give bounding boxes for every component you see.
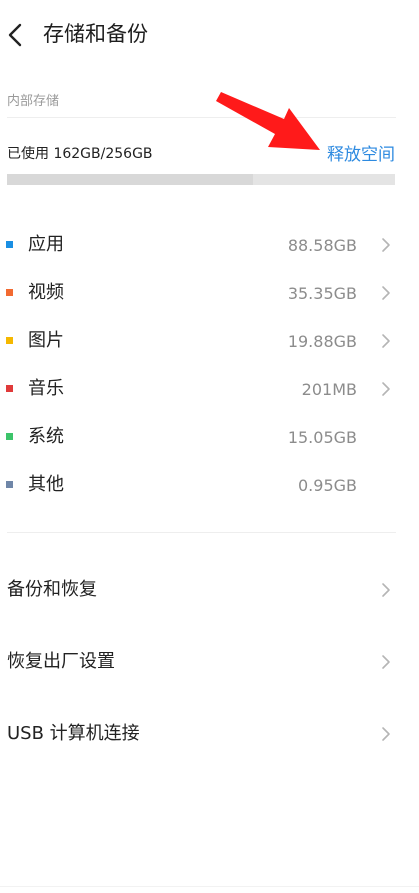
category-size: 88.58GB [287,236,357,255]
free-space-button[interactable]: 释放空间 [327,140,395,165]
menu-item-factory-reset[interactable]: 恢复出厂设置 [0,627,419,699]
category-color-dot [6,481,13,488]
category-row: 其他 0.95GB [0,461,419,509]
chevron-right-icon [382,334,390,348]
menu-item-label: USB 计算机连接 [7,723,140,744]
storage-usage-bar-fill [7,174,253,185]
category-name: 应用 [28,234,64,255]
category-size: 15.05GB [287,428,357,447]
storage-usage-bar [7,174,395,185]
category-name: 视频 [28,282,64,303]
category-color-dot [6,289,13,296]
internal-storage-label: 内部存储 [7,94,60,109]
chevron-right-icon [382,382,390,396]
divider [7,532,396,533]
bottom-divider [0,886,419,887]
menu-item-label: 恢复出厂设置 [7,651,115,672]
category-row[interactable]: 音乐 201MB [0,365,419,413]
category-name: 系统 [28,426,64,447]
page-title: 存储和备份 [43,22,148,46]
chevron-right-icon [382,727,390,741]
category-row[interactable]: 视频 35.35GB [0,269,419,317]
chevron-right-icon [382,655,390,669]
menu-item-label: 备份和恢复 [7,579,97,600]
chevron-right-icon [382,238,390,252]
red-arrow-annotation-icon [216,92,320,150]
header-bar: 存储和备份 [0,0,419,70]
category-size: 201MB [301,380,357,399]
menu-item-backup-restore[interactable]: 备份和恢复 [0,555,419,627]
category-size: 0.95GB [298,476,357,495]
category-name: 其他 [28,474,64,495]
category-row[interactable]: 应用 88.58GB [0,221,419,269]
chevron-right-icon [382,286,390,300]
storage-usage-text: 已使用 162GB/256GB [7,146,153,162]
divider [7,117,396,118]
chevron-right-icon [382,583,390,597]
category-color-dot [6,385,13,392]
category-size: 35.35GB [287,284,357,303]
category-row[interactable]: 图片 19.88GB [0,317,419,365]
category-name: 音乐 [28,378,64,399]
category-size: 19.88GB [287,332,357,351]
category-color-dot [6,433,13,440]
menu-item-usb-connection[interactable]: USB 计算机连接 [0,699,419,771]
category-name: 图片 [28,330,64,351]
category-color-dot [6,337,13,344]
back-arrow-icon[interactable] [6,22,24,48]
category-color-dot [6,241,13,248]
category-row: 系统 15.05GB [0,413,419,461]
